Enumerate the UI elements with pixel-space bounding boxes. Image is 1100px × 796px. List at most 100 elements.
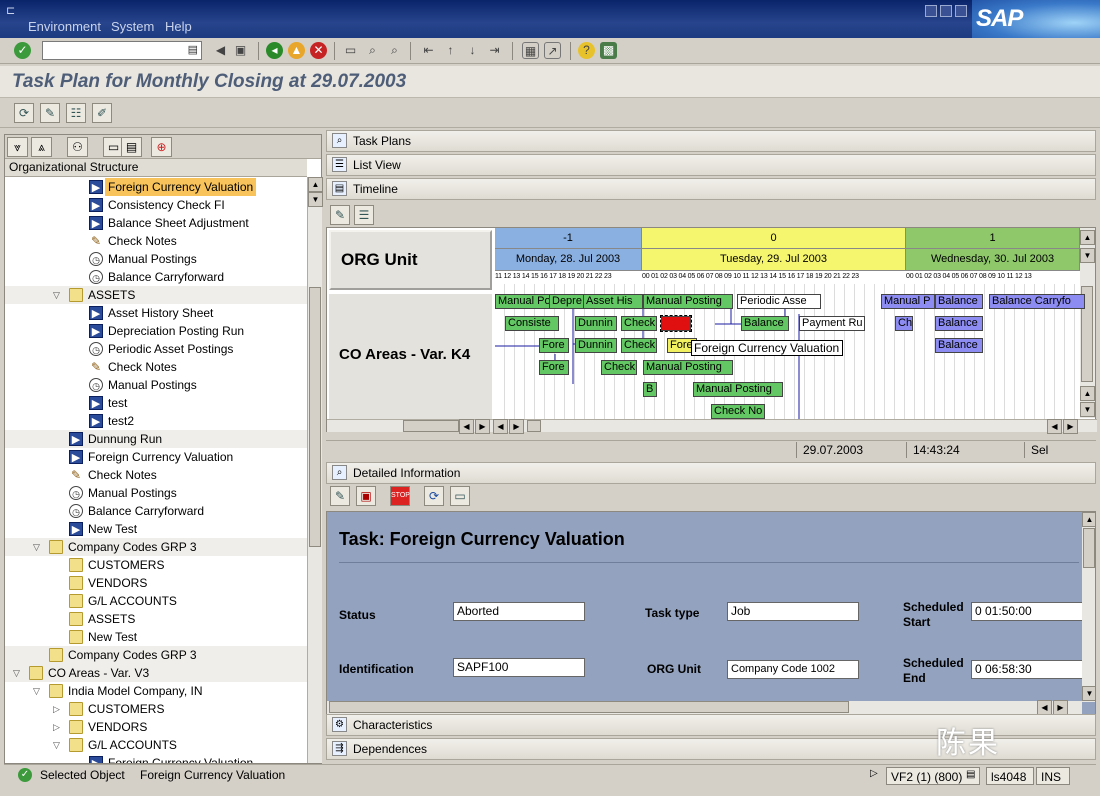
tree-row[interactable]: ✎ Check Notes bbox=[5, 466, 307, 484]
tree-row[interactable]: ✎ Check Notes bbox=[5, 358, 307, 376]
scroll-right-icon[interactable]: ▶ bbox=[475, 419, 490, 434]
tree-row[interactable]: ▶ Balance Sheet Adjustment bbox=[5, 214, 307, 232]
enter-check-icon[interactable]: ✓ bbox=[14, 42, 31, 59]
menu-help[interactable]: Help bbox=[165, 19, 192, 34]
gantt-task-bar[interactable]: Balance Carryfo bbox=[989, 294, 1085, 309]
tree-row[interactable]: ▶ New Test bbox=[5, 520, 307, 538]
gantt-vertical-scrollbar[interactable]: ▲ ▼ ▲ ▼ bbox=[1080, 228, 1095, 418]
tree-row[interactable]: New Test bbox=[5, 628, 307, 646]
section-list-view[interactable]: ☰ List View bbox=[326, 154, 1096, 176]
scroll-down-icon[interactable]: ▼ bbox=[1082, 686, 1095, 701]
stop-icon[interactable]: STOP bbox=[390, 486, 410, 506]
exit-icon[interactable]: ▲ bbox=[288, 42, 305, 59]
tree-row[interactable]: ◷ Manual Postings bbox=[5, 250, 307, 268]
gantt-task-bar[interactable]: Fore bbox=[539, 360, 569, 375]
section-task-plans[interactable]: ⌕ Task Plans bbox=[326, 130, 1096, 152]
org-unit-field[interactable]: Company Code 1002 bbox=[727, 660, 859, 679]
scroll-up-icon[interactable]: ▲ bbox=[1082, 512, 1095, 527]
lifebuoy-icon[interactable]: ⊕ bbox=[151, 137, 172, 157]
tree-row[interactable]: ▽ Company Codes GRP 3 bbox=[5, 538, 307, 556]
tree-row[interactable]: ◷ Balance Carryforward bbox=[5, 268, 307, 286]
tree-row[interactable]: ▽ India Model Company, IN bbox=[5, 682, 307, 700]
refresh-icon[interactable]: ⟳ bbox=[14, 103, 34, 123]
command-field[interactable]: ▤ bbox=[42, 41, 202, 60]
scheduled-end-field[interactable]: 0 06:58:30 bbox=[971, 660, 1083, 679]
scroll-left-icon[interactable]: ◀ bbox=[459, 419, 474, 434]
tree-row[interactable]: ▶ test bbox=[5, 394, 307, 412]
menu-system[interactable]: System bbox=[111, 19, 154, 34]
scroll-thumb[interactable] bbox=[1083, 528, 1095, 568]
close-window-button[interactable] bbox=[955, 5, 967, 17]
print-detail-icon[interactable]: ▭ bbox=[450, 486, 470, 506]
new-session-icon[interactable]: ▦ bbox=[522, 42, 539, 59]
gantt-task-bar[interactable]: Dunnin bbox=[575, 316, 617, 331]
tree-row[interactable]: CUSTOMERS bbox=[5, 556, 307, 574]
tree-row[interactable]: ▶ Consistency Check FI bbox=[5, 196, 307, 214]
scroll-thumb[interactable] bbox=[403, 420, 459, 432]
gantt-task-bar[interactable]: Check bbox=[601, 360, 637, 375]
tree-row[interactable]: ◷ Manual Postings bbox=[5, 484, 307, 502]
tree-row[interactable]: ▶ Foreign Currency Valuation bbox=[5, 448, 307, 466]
tree-row[interactable]: ▽ CO Areas - Var. V3 bbox=[5, 664, 307, 682]
tree-row[interactable]: ASSETS bbox=[5, 610, 307, 628]
expand-all-icon[interactable]: ⩔ bbox=[7, 137, 28, 157]
legend-icon[interactable]: ☰ bbox=[354, 205, 374, 225]
scroll-up-icon[interactable]: ▲ bbox=[1080, 230, 1095, 245]
maximize-button[interactable] bbox=[940, 5, 952, 17]
collapse-arrow-icon[interactable]: ▽ bbox=[53, 736, 63, 754]
tree-row[interactable]: ▶ Foreign Currency Valuation bbox=[5, 754, 307, 763]
help-icon[interactable]: ? bbox=[578, 42, 595, 59]
back-triangle-icon[interactable]: ◀ bbox=[212, 42, 229, 59]
gantt-task-bar[interactable]: Balance bbox=[741, 316, 789, 331]
section-detailed-information[interactable]: ⌕ Detailed Information bbox=[326, 462, 1096, 484]
tree-row[interactable]: ▽ G/L ACCOUNTS bbox=[5, 736, 307, 754]
scroll-left-icon[interactable]: ◀ bbox=[493, 419, 508, 434]
layout-menu-icon[interactable]: ▩ bbox=[600, 42, 617, 59]
scroll-down-icon[interactable]: ▼ bbox=[1080, 402, 1095, 417]
gantt-task-bar[interactable]: Fore bbox=[660, 315, 692, 332]
gantt-task-bar[interactable]: Ch bbox=[895, 316, 913, 331]
tree-row[interactable]: ▶ test2 bbox=[5, 412, 307, 430]
edit-detail-icon[interactable]: ✎ bbox=[330, 486, 350, 506]
shortcut-icon[interactable]: ↗ bbox=[544, 42, 561, 59]
gantt-task-bar[interactable]: Asset His bbox=[583, 294, 643, 309]
tree-row[interactable]: G/L ACCOUNTS bbox=[5, 592, 307, 610]
gantt-task-bar[interactable]: Dunnin bbox=[575, 338, 617, 353]
scroll-right-icon[interactable]: ▶ bbox=[1053, 700, 1068, 714]
window-menu-icon[interactable]: ⊏ bbox=[6, 4, 15, 17]
identification-field[interactable]: SAPF100 bbox=[453, 658, 585, 677]
gantt-task-bar[interactable]: Manual Posting bbox=[643, 294, 733, 309]
tree-row[interactable]: ▶ Asset History Sheet bbox=[5, 304, 307, 322]
status-field[interactable]: Aborted bbox=[453, 602, 585, 621]
pen-icon[interactable]: ✐ bbox=[92, 103, 112, 123]
org-unit-header[interactable]: ORG Unit bbox=[329, 230, 492, 290]
gantt-task-bar[interactable]: Manual Posting bbox=[643, 360, 733, 375]
gantt-task-bar[interactable]: Fore bbox=[539, 338, 569, 353]
section-timeline[interactable]: ▤ Timeline bbox=[326, 178, 1096, 200]
minimize-button[interactable] bbox=[925, 5, 937, 17]
save-detail-icon[interactable]: ▣ bbox=[356, 486, 376, 506]
binoculars-icon[interactable]: ⚇ bbox=[67, 137, 88, 157]
cancel-icon[interactable]: ✕ bbox=[310, 42, 327, 59]
scheduled-start-field[interactable]: 0 01:50:00 bbox=[971, 602, 1083, 621]
gantt-task-bar[interactable]: Balance bbox=[935, 338, 983, 353]
tree-vertical-scrollbar[interactable]: ▲ ▼ bbox=[307, 177, 323, 763]
tree-row[interactable]: VENDORS bbox=[5, 574, 307, 592]
tree-row[interactable]: ✎ Check Notes bbox=[5, 232, 307, 250]
tree-row[interactable]: ▷ VENDORS bbox=[5, 718, 307, 736]
previous-page-icon[interactable]: ↑ bbox=[442, 42, 459, 59]
scroll-thumb[interactable] bbox=[527, 420, 541, 432]
print-preview-icon[interactable]: ▤ bbox=[121, 137, 142, 157]
scroll-right-icon[interactable]: ▶ bbox=[509, 419, 524, 434]
scroll-left-icon[interactable]: ◀ bbox=[1047, 419, 1062, 434]
first-page-icon[interactable]: ⇤ bbox=[420, 42, 437, 59]
next-page-icon[interactable]: ↓ bbox=[464, 42, 481, 59]
gantt-task-bar[interactable]: Consiste bbox=[505, 316, 559, 331]
expand-arrow-icon[interactable]: ▷ bbox=[53, 718, 63, 736]
tree-row[interactable]: Company Codes GRP 3 bbox=[5, 646, 307, 664]
tree-row[interactable]: ◷ Periodic Asset Postings bbox=[5, 340, 307, 358]
scroll-up-icon[interactable]: ▲ bbox=[1080, 386, 1095, 401]
detail-vertical-scrollbar[interactable]: ▲ ▼ bbox=[1082, 512, 1095, 702]
gantt-task-bar[interactable]: Manual Posting bbox=[693, 382, 783, 397]
status-expand-icon[interactable]: ▷ bbox=[870, 768, 878, 779]
